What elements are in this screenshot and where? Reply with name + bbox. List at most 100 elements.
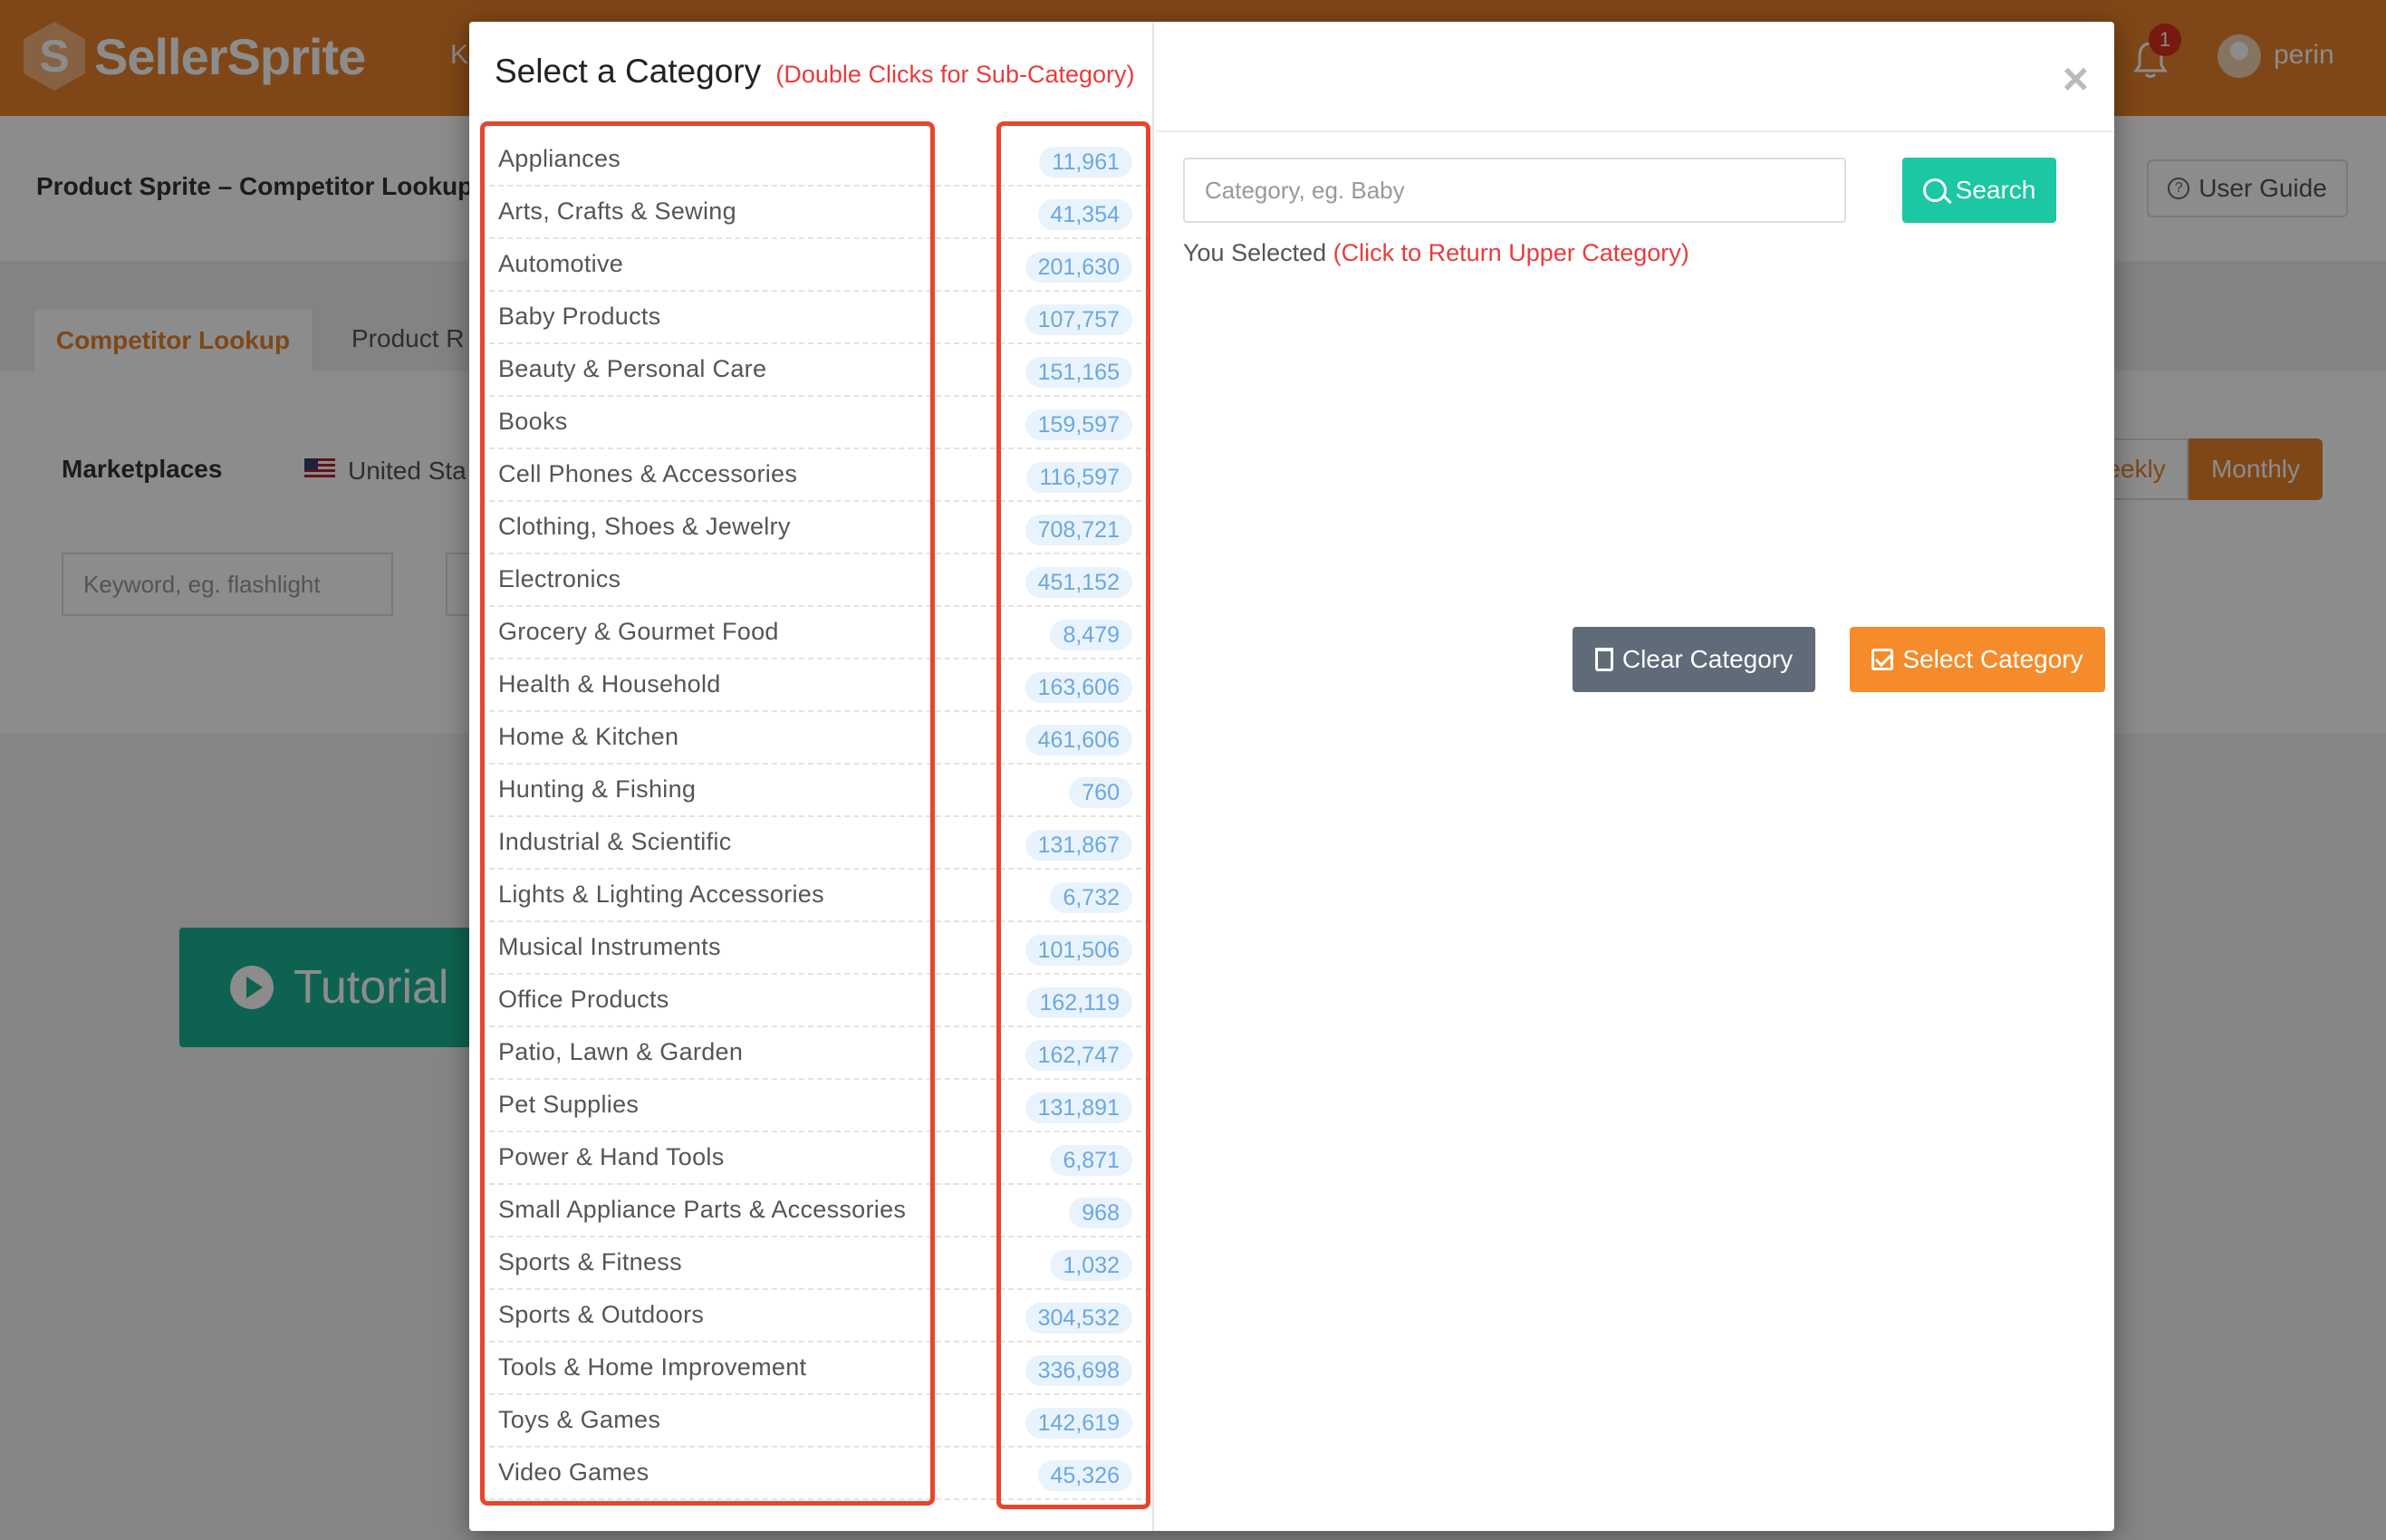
category-name: Appliances (498, 145, 621, 172)
category-name: Patio, Lawn & Garden (498, 1038, 744, 1065)
category-count-badge: 107,757 (1025, 304, 1132, 335)
category-count-badge: 131,891 (1025, 1092, 1132, 1123)
category-count-badge: 968 (1069, 1198, 1132, 1228)
category-name: Grocery & Gourmet Food (498, 618, 779, 645)
category-name: Pet Supplies (498, 1091, 640, 1118)
category-row[interactable]: Grocery & Gourmet Food 8,479 (480, 607, 1150, 659)
category-list: Appliances 11,961 Arts, Crafts & Sewing 41,… (480, 134, 1150, 1500)
category-row[interactable]: Hunting & Fishing 760 (480, 765, 1150, 817)
category-count-badge: 336,698 (1025, 1355, 1132, 1386)
category-row[interactable]: Clothing, Shoes & Jewelry 708,721 (480, 502, 1150, 554)
category-count-badge: 41,354 (1037, 199, 1132, 230)
category-row[interactable]: Industrial & Scientific 131,867 (480, 817, 1150, 870)
category-row[interactable]: Beauty & Personal Care 151,165 (480, 344, 1150, 397)
close-icon[interactable]: × (2063, 56, 2089, 101)
category-name: Musical Instruments (498, 933, 721, 960)
category-row[interactable]: Toys & Games 142,619 (480, 1395, 1150, 1448)
category-row[interactable]: Baby Products 107,757 (480, 292, 1150, 344)
category-name: Toys & Games (498, 1406, 661, 1433)
category-name: Hunting & Fishing (498, 775, 697, 803)
category-name: Tools & Home Improvement (498, 1353, 807, 1381)
category-count-badge: 101,506 (1025, 935, 1132, 966)
return-upper-category-link[interactable]: (Click to Return Upper Category) (1333, 239, 1689, 266)
checkbox-icon (1871, 649, 1894, 670)
category-row[interactable]: Home & Kitchen 461,606 (480, 712, 1150, 765)
category-name: Electronics (498, 565, 621, 592)
category-name: Sports & Fitness (498, 1248, 682, 1275)
category-row[interactable]: Appliances 11,961 (480, 134, 1150, 187)
category-name: Sports & Outdoors (498, 1301, 705, 1328)
category-name: Books (498, 408, 568, 435)
trash-icon (1594, 648, 1613, 671)
select-category-label: Select Category (1902, 645, 2083, 673)
selected-breadcrumb: You Selected (Click to Return Upper Cate… (1183, 239, 1689, 267)
category-name: Clothing, Shoes & Jewelry (498, 513, 791, 540)
category-row[interactable]: Cell Phones & Accessories 116,597 (480, 449, 1150, 502)
category-count-badge: 162,119 (1026, 987, 1132, 1018)
category-count-badge: 151,165 (1025, 357, 1132, 388)
category-name: Industrial & Scientific (498, 828, 732, 855)
category-name: Home & Kitchen (498, 723, 679, 750)
category-name: Power & Hand Tools (498, 1143, 725, 1170)
category-search-input[interactable]: Category, eg. Baby (1183, 158, 1846, 223)
category-name: Automotive (498, 250, 624, 277)
category-row[interactable]: Books 159,597 (480, 397, 1150, 449)
category-name: Office Products (498, 986, 669, 1013)
category-count-badge: 162,747 (1025, 1040, 1132, 1071)
category-row[interactable]: Health & Household 163,606 (480, 659, 1150, 712)
category-count-badge: 760 (1069, 777, 1132, 808)
category-modal: Select a Category (Double Clicks for Sub… (469, 22, 2114, 1531)
clear-category-label: Clear Category (1621, 645, 1794, 673)
category-count-badge: 131,867 (1025, 830, 1132, 861)
category-name: Small Appliance Parts & Accessories (498, 1196, 907, 1223)
you-selected-label: You Selected (1183, 239, 1327, 266)
category-name: Cell Phones & Accessories (498, 460, 798, 487)
category-count-badge: 159,597 (1025, 409, 1132, 440)
category-count-badge: 11,961 (1039, 147, 1132, 178)
select-category-button[interactable]: Select Category (1850, 627, 2105, 692)
category-row[interactable]: Small Appliance Parts & Accessories 968 (480, 1185, 1150, 1237)
modal-title: Select a Category (Double Clicks for Sub… (495, 53, 1135, 91)
clear-category-button[interactable]: Clear Category (1573, 627, 1815, 692)
search-button-label: Search (1955, 176, 2036, 204)
category-count-badge: 116,597 (1026, 462, 1132, 493)
category-row[interactable]: Sports & Fitness 1,032 (480, 1237, 1150, 1290)
category-row[interactable]: Musical Instruments 101,506 (480, 922, 1150, 975)
category-list-pane: Select a Category (Double Clicks for Sub… (469, 22, 1154, 1531)
category-row[interactable]: Video Games 45,326 (480, 1448, 1150, 1500)
category-name: Arts, Crafts & Sewing (498, 197, 736, 225)
category-count-badge: 6,732 (1050, 882, 1132, 913)
category-row[interactable]: Automotive 201,630 (480, 239, 1150, 292)
category-row[interactable]: Sports & Outdoors 304,532 (480, 1290, 1150, 1343)
divider (1156, 130, 2114, 132)
category-row[interactable]: Office Products 162,119 (480, 975, 1150, 1027)
category-count-badge: 1,032 (1050, 1250, 1132, 1281)
category-name: Video Games (498, 1458, 649, 1486)
category-count-badge: 461,606 (1025, 725, 1132, 756)
category-count-badge: 163,606 (1025, 672, 1132, 703)
category-name: Lights & Lighting Accessories (498, 881, 824, 908)
category-count-badge: 8,479 (1050, 620, 1132, 650)
category-count-badge: 6,871 (1050, 1145, 1132, 1176)
category-name: Baby Products (498, 303, 661, 330)
modal-title-text: Select a Category (495, 53, 762, 90)
category-row[interactable]: Power & Hand Tools 6,871 (480, 1132, 1150, 1185)
category-count-badge: 304,532 (1025, 1303, 1132, 1333)
category-name: Beauty & Personal Care (498, 355, 767, 382)
category-count-badge: 142,619 (1025, 1408, 1132, 1439)
search-icon (1922, 178, 1947, 202)
category-count-badge: 708,721 (1025, 515, 1132, 545)
category-count-badge: 451,152 (1025, 567, 1132, 598)
selection-pane: × Category, eg. Baby Search You Selected… (1156, 22, 2114, 1531)
category-row[interactable]: Lights & Lighting Accessories 6,732 (480, 870, 1150, 922)
modal-title-hint: (Double Clicks for Sub-Category) (775, 61, 1135, 88)
category-count-badge: 45,326 (1037, 1460, 1132, 1491)
category-row[interactable]: Patio, Lawn & Garden 162,747 (480, 1027, 1150, 1080)
category-name: Health & Household (498, 670, 721, 698)
category-row[interactable]: Arts, Crafts & Sewing 41,354 (480, 187, 1150, 239)
search-button[interactable]: Search (1902, 158, 2056, 223)
category-row[interactable]: Pet Supplies 131,891 (480, 1080, 1150, 1132)
category-count-badge: 201,630 (1025, 252, 1132, 283)
category-row[interactable]: Tools & Home Improvement 336,698 (480, 1343, 1150, 1395)
category-row[interactable]: Electronics 451,152 (480, 554, 1150, 607)
